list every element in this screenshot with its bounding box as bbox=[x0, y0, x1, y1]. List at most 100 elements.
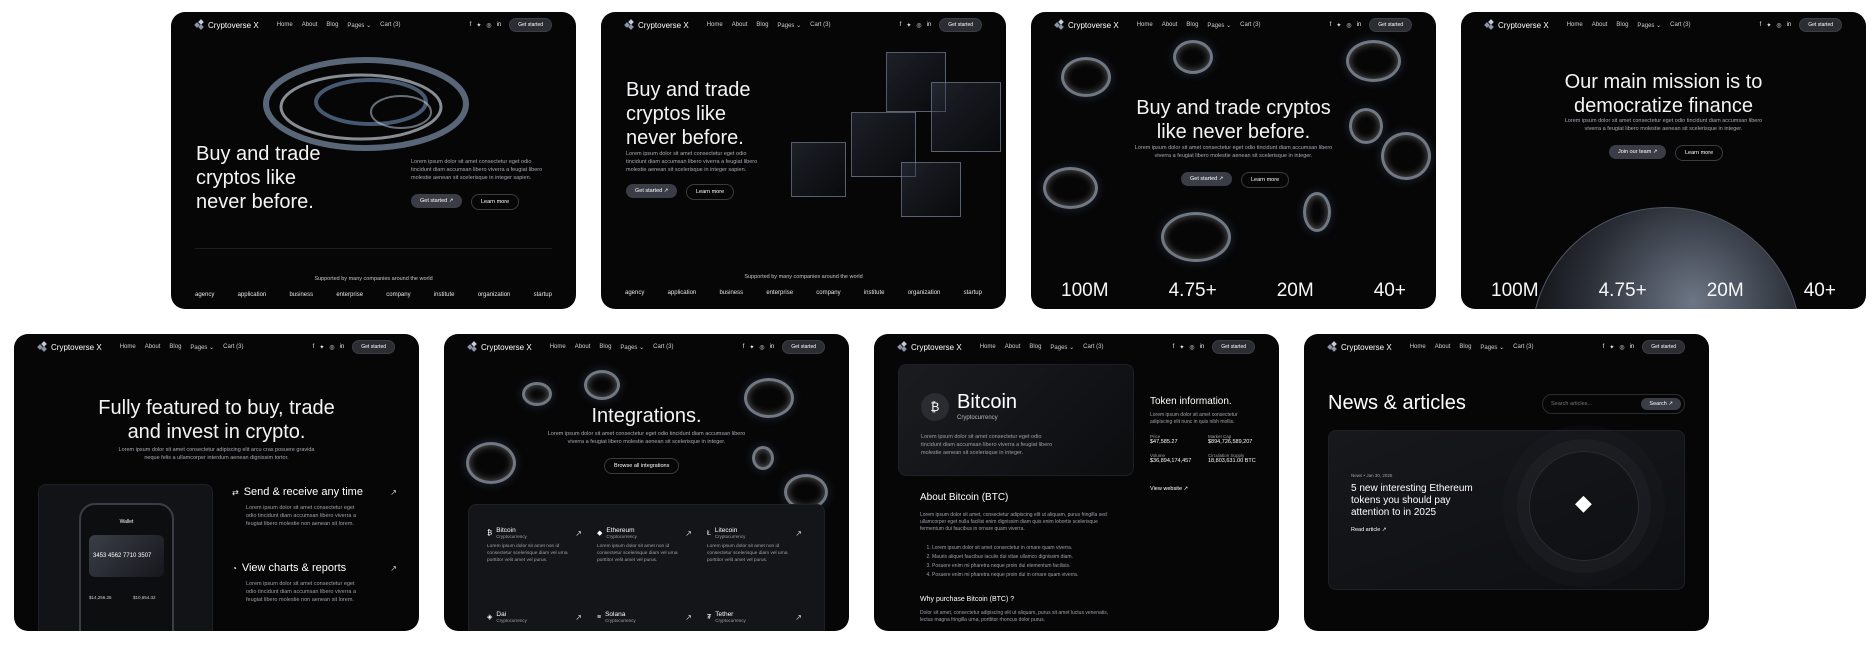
nav-pages[interactable]: Pages ⌄ bbox=[347, 22, 371, 29]
get-started-button[interactable]: Get started bbox=[1642, 340, 1685, 354]
facebook-icon[interactable]: f bbox=[1760, 22, 1762, 29]
view-website-link[interactable]: View website ↗ bbox=[1150, 486, 1188, 492]
instagram-icon[interactable]: ◎ bbox=[1619, 344, 1624, 351]
brand-logo[interactable]: Cryptoverse X bbox=[897, 340, 962, 352]
learn-more-button[interactable]: Learn more bbox=[686, 184, 735, 200]
get-started-button[interactable]: Get started bbox=[352, 340, 395, 354]
nav-about[interactable]: About bbox=[302, 22, 318, 29]
nav-about[interactable]: About bbox=[575, 344, 591, 351]
nav-pages[interactable]: Pages ⌄ bbox=[1480, 344, 1504, 351]
instagram-icon[interactable]: ◎ bbox=[1776, 22, 1781, 29]
brand-logo[interactable]: Cryptoverse X bbox=[1054, 18, 1119, 30]
nav-blog[interactable]: Blog bbox=[756, 22, 768, 29]
nav-home[interactable]: Home bbox=[1567, 22, 1583, 29]
twitter-icon[interactable]: ✦ bbox=[1336, 22, 1341, 29]
nav-blog[interactable]: Blog bbox=[1616, 22, 1628, 29]
get-started-button[interactable]: Get started bbox=[1212, 340, 1255, 354]
facebook-icon[interactable]: f bbox=[313, 344, 315, 351]
facebook-icon[interactable]: f bbox=[1330, 22, 1332, 29]
linkedin-icon[interactable]: in bbox=[1787, 22, 1792, 29]
nav-home[interactable]: Home bbox=[120, 344, 136, 351]
get-started-button[interactable]: Get started bbox=[939, 18, 982, 32]
read-article-link[interactable]: Read article ↗ bbox=[1351, 527, 1386, 533]
nav-cart[interactable]: Cart (3) bbox=[223, 344, 243, 351]
get-started-button[interactable]: Get started bbox=[509, 18, 552, 32]
twitter-icon[interactable]: ✦ bbox=[749, 344, 754, 351]
nav-about[interactable]: About bbox=[1005, 344, 1021, 351]
instagram-icon[interactable]: ◎ bbox=[1346, 22, 1351, 29]
nav-about[interactable]: About bbox=[1435, 344, 1451, 351]
learn-more-button[interactable]: Learn more bbox=[471, 194, 520, 210]
feature-send[interactable]: ⇄ Send & receive any time ↗ Lorem ipsum do… bbox=[232, 486, 397, 528]
coin-card-solana[interactable]: ≡ Solana Cryptocurrency ↗ bbox=[597, 611, 692, 623]
instagram-icon[interactable]: ◎ bbox=[916, 22, 921, 29]
nav-pages[interactable]: Pages ⌄ bbox=[190, 344, 214, 351]
nav-cart[interactable]: Cart (3) bbox=[653, 344, 673, 351]
nav-pages[interactable]: Pages ⌄ bbox=[620, 344, 644, 351]
nav-pages[interactable]: Pages ⌄ bbox=[777, 22, 801, 29]
nav-cart[interactable]: Cart (3) bbox=[380, 22, 400, 29]
nav-home[interactable]: Home bbox=[1137, 22, 1153, 29]
nav-pages[interactable]: Pages ⌄ bbox=[1207, 22, 1231, 29]
nav-about[interactable]: About bbox=[1162, 22, 1178, 29]
twitter-icon[interactable]: ✦ bbox=[319, 344, 324, 351]
featured-article[interactable]: News • Jan 30, 2025 5 new interesting Et… bbox=[1328, 430, 1685, 590]
brand-logo[interactable]: Cryptoverse X bbox=[1484, 18, 1549, 30]
twitter-icon[interactable]: ✦ bbox=[1609, 344, 1614, 351]
coin-card-bitcoin[interactable]: ₿ Bitcoin Cryptocurrency ↗ Lorem ipsum dolo… bbox=[487, 527, 582, 564]
learn-more-button[interactable]: Learn more bbox=[1241, 172, 1290, 188]
brand-logo[interactable]: Cryptoverse X bbox=[194, 18, 259, 30]
twitter-icon[interactable]: ✦ bbox=[1179, 344, 1184, 351]
credit-card[interactable]: 3453 4562 7710 3507 bbox=[89, 535, 164, 577]
nav-home[interactable]: Home bbox=[550, 344, 566, 351]
get-started-hero-button[interactable]: Get started ↗ bbox=[411, 194, 463, 208]
instagram-icon[interactable]: ◎ bbox=[329, 344, 334, 351]
linkedin-icon[interactable]: in bbox=[340, 344, 345, 351]
nav-blog[interactable]: Blog bbox=[1459, 344, 1471, 351]
coin-card-dai[interactable]: ◈ Dai Cryptocurrency ↗ bbox=[487, 611, 582, 623]
linkedin-icon[interactable]: in bbox=[927, 22, 932, 29]
nav-blog[interactable]: Blog bbox=[1186, 22, 1198, 29]
twitter-icon[interactable]: ✦ bbox=[1766, 22, 1771, 29]
nav-home[interactable]: Home bbox=[707, 22, 723, 29]
nav-home[interactable]: Home bbox=[980, 344, 996, 351]
twitter-icon[interactable]: ✦ bbox=[906, 22, 911, 29]
nav-blog[interactable]: Blog bbox=[169, 344, 181, 351]
get-started-hero-button[interactable]: Get started ↗ bbox=[626, 184, 678, 198]
coin-card-litecoin[interactable]: Ł Litecoin Cryptocurrency ↗ Lorem ipsum dol… bbox=[707, 527, 802, 564]
nav-home[interactable]: Home bbox=[1410, 344, 1426, 351]
search-input[interactable] bbox=[1551, 401, 1642, 407]
nav-about[interactable]: About bbox=[732, 22, 748, 29]
facebook-icon[interactable]: f bbox=[1173, 344, 1175, 351]
linkedin-icon[interactable]: in bbox=[1630, 344, 1635, 351]
brand-logo[interactable]: Cryptoverse X bbox=[467, 340, 532, 352]
facebook-icon[interactable]: f bbox=[743, 344, 745, 351]
nav-pages[interactable]: Pages ⌄ bbox=[1050, 344, 1074, 351]
nav-blog[interactable]: Blog bbox=[1029, 344, 1041, 351]
nav-blog[interactable]: Blog bbox=[599, 344, 611, 351]
get-started-hero-button[interactable]: Get started ↗ bbox=[1181, 172, 1233, 186]
search-button[interactable]: Search ↗ bbox=[1641, 398, 1681, 410]
coin-card-tether[interactable]: ₮ Tether Cryptocurrency ↗ bbox=[707, 611, 802, 623]
nav-about[interactable]: About bbox=[1592, 22, 1608, 29]
coin-card-ethereum[interactable]: ◆ Ethereum Cryptocurrency ↗ Lorem ipsum dol… bbox=[597, 527, 692, 564]
linkedin-icon[interactable]: in bbox=[497, 22, 502, 29]
nav-about[interactable]: About bbox=[145, 344, 161, 351]
nav-home[interactable]: Home bbox=[277, 22, 293, 29]
facebook-icon[interactable]: f bbox=[1603, 344, 1605, 351]
get-started-button[interactable]: Get started bbox=[1369, 18, 1412, 32]
brand-logo[interactable]: Cryptoverse X bbox=[1327, 340, 1392, 352]
browse-integrations-button[interactable]: Browse all integrations bbox=[604, 458, 680, 474]
instagram-icon[interactable]: ◎ bbox=[759, 344, 764, 351]
feature-charts[interactable]: ◔ View charts & reports ↗ Lorem ipsum dolo… bbox=[232, 562, 397, 604]
instagram-icon[interactable]: ◎ bbox=[486, 22, 491, 29]
learn-more-button[interactable]: Learn more bbox=[1675, 145, 1724, 161]
brand-logo[interactable]: Cryptoverse X bbox=[624, 18, 689, 30]
linkedin-icon[interactable]: in bbox=[1357, 22, 1362, 29]
nav-cart[interactable]: Cart (3) bbox=[1670, 22, 1690, 29]
instagram-icon[interactable]: ◎ bbox=[1189, 344, 1194, 351]
join-team-button[interactable]: Join our team ↗ bbox=[1609, 145, 1667, 159]
facebook-icon[interactable]: f bbox=[900, 22, 902, 29]
brand-logo[interactable]: Cryptoverse X bbox=[37, 340, 102, 352]
get-started-button[interactable]: Get started bbox=[782, 340, 825, 354]
